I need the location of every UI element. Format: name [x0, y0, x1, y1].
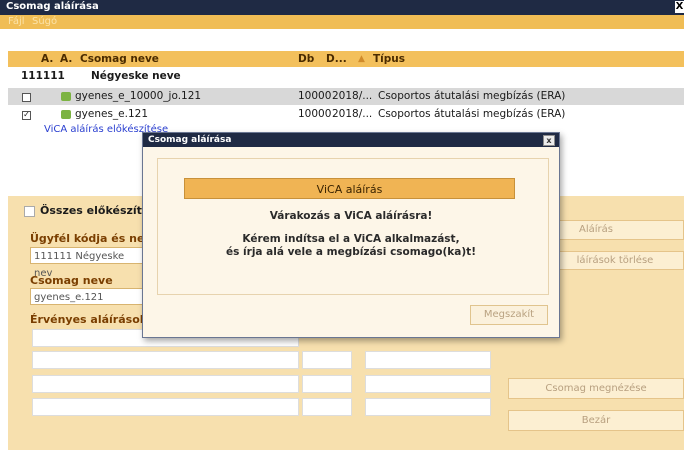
- table-row[interactable]: gyenes_e_10000_jo.121 10000 2018/... Cso…: [8, 88, 684, 105]
- signatures-label: Érvényes aláírások: [30, 313, 148, 326]
- row-type: Csoportos átutalási megbízás (ERA): [378, 108, 566, 120]
- col-name[interactable]: Csomag neve: [80, 53, 159, 65]
- window-close-button[interactable]: X: [675, 1, 684, 13]
- dialog-title: Csomag aláírása: [148, 135, 232, 145]
- delete-signatures-button[interactable]: láírások törlése: [546, 251, 684, 270]
- table-row[interactable]: ✓ gyenes_e.121 10000 2018/... Csoportos …: [8, 106, 684, 123]
- package-icon: [61, 92, 71, 101]
- client-label: Ügyfél kódja és neve: [30, 232, 160, 245]
- list-header: A. A. Csomag neve Db D... ▲ Típus: [8, 51, 684, 67]
- cancel-button[interactable]: Megszakít: [470, 305, 548, 325]
- row-checkbox-checked[interactable]: ✓: [22, 111, 31, 120]
- window-title: Csomag aláírása: [6, 1, 99, 12]
- group-code: 111111: [21, 70, 65, 82]
- package-field[interactable]: gyenes_e.121: [30, 288, 146, 305]
- window-titlebar: Csomag aláírása X: [0, 0, 684, 15]
- col-a2[interactable]: A.: [60, 53, 72, 65]
- group-row[interactable]: 111111 Négyeske neve: [8, 68, 684, 85]
- dialog-line-1: Várakozás a ViCA aláírásra!: [269, 210, 433, 222]
- vica-status-bar: ViCA aláírás: [184, 178, 515, 199]
- row-date: 2018/...: [332, 90, 373, 102]
- package-icon: [61, 110, 71, 119]
- signature-cell: [302, 351, 352, 369]
- dialog-line-3: és írja alá vele a megbízási csomago(ka)…: [226, 246, 476, 258]
- dialog-line-2: Kérem indítsa el a ViCA alkalmazást,: [242, 233, 460, 245]
- col-a1[interactable]: A.: [41, 53, 53, 65]
- package-label: Csomag neve: [30, 274, 113, 287]
- row-db: 10000: [298, 90, 332, 102]
- signature-cell: [32, 398, 299, 416]
- group-name: Négyeske neve: [91, 70, 181, 82]
- row-type: Csoportos átutalási megbízás (ERA): [378, 90, 566, 102]
- row-name: gyenes_e.121: [75, 108, 149, 120]
- menu-bar: Fájl Súgó: [0, 15, 684, 29]
- col-date[interactable]: D...: [326, 53, 347, 65]
- vica-dialog: Csomag aláírása x ViCA aláírás Várakozás…: [142, 132, 560, 338]
- row-name: gyenes_e_10000_jo.121: [75, 90, 202, 102]
- menu-file[interactable]: Fájl: [8, 16, 25, 27]
- signature-cell: [32, 375, 299, 393]
- close-button[interactable]: Bezár: [508, 410, 684, 431]
- signature-cell: [32, 351, 299, 369]
- row-checkbox[interactable]: [22, 93, 31, 102]
- signature-cell: [302, 375, 352, 393]
- row-date: 2018/...: [332, 108, 373, 120]
- row-db: 10000: [298, 108, 332, 120]
- all-prepared-checkbox[interactable]: [24, 206, 35, 217]
- view-package-button[interactable]: Csomag megnézése: [508, 378, 684, 399]
- signature-cell: [365, 375, 491, 393]
- signature-cell: [302, 398, 352, 416]
- dialog-close-button[interactable]: x: [543, 135, 555, 146]
- client-field[interactable]: 111111 Négyeske nev: [30, 247, 146, 279]
- col-type[interactable]: Típus: [373, 53, 405, 65]
- menu-help[interactable]: Súgó: [32, 16, 57, 27]
- col-db[interactable]: Db: [298, 53, 314, 65]
- signature-cell: [365, 351, 491, 369]
- signature-cell: [365, 398, 491, 416]
- sort-icon: ▲: [358, 54, 365, 64]
- dialog-titlebar: Csomag aláírása x: [143, 133, 559, 147]
